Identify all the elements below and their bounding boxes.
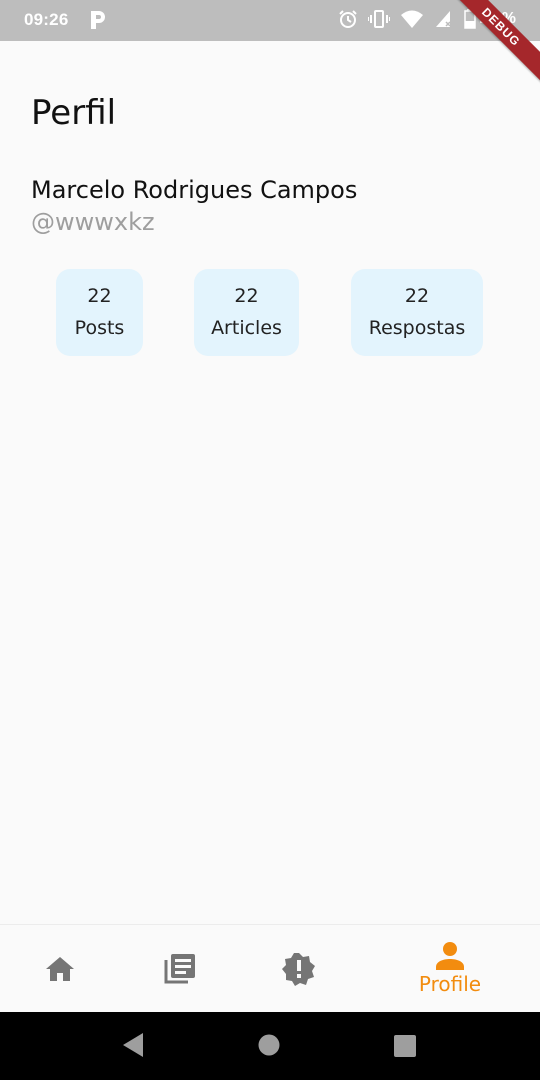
- stat-count-articles: 22: [234, 284, 259, 307]
- stat-card-posts[interactable]: 22 Posts: [56, 269, 143, 356]
- stat-count-posts: 22: [87, 284, 112, 307]
- stat-card-respostas[interactable]: 22 Respostas: [351, 269, 483, 356]
- user-name: Marcelo Rodrigues Campos: [31, 176, 358, 204]
- recents-icon[interactable]: [394, 1035, 416, 1062]
- wifi-icon: [400, 9, 424, 29]
- page-title: Perfil: [31, 93, 117, 133]
- vibrate-icon: [368, 9, 390, 29]
- bottom-navigation: Profile: [0, 924, 540, 1013]
- stat-label-articles: Articles: [211, 316, 282, 339]
- alert-badge-icon: [282, 952, 316, 986]
- status-icons: [338, 9, 476, 29]
- nav-item-alerts[interactable]: [239, 925, 359, 1013]
- signal-icon: [434, 9, 454, 29]
- stat-label-respostas: Respostas: [368, 316, 466, 339]
- stat-count-respostas: 22: [404, 284, 430, 307]
- home-icon: [44, 954, 76, 984]
- nav-item-profile[interactable]: Profile: [390, 925, 510, 1013]
- status-time: 09:26: [24, 10, 69, 29]
- home-circle-icon[interactable]: [258, 1034, 280, 1061]
- p-icon: [89, 10, 107, 30]
- user-handle: @wwwxkz: [31, 208, 155, 236]
- articles-icon: [163, 952, 197, 986]
- nav-label-profile: Profile: [418, 972, 482, 996]
- back-icon[interactable]: [121, 1032, 145, 1063]
- person-icon: [435, 942, 465, 970]
- system-navigation-bar: [0, 1012, 540, 1080]
- nav-item-articles[interactable]: [120, 925, 240, 1013]
- stat-label-posts: Posts: [74, 316, 125, 339]
- stat-card-articles[interactable]: 22 Articles: [194, 269, 299, 356]
- alarm-icon: [338, 9, 358, 29]
- status-bar: 09:26: [0, 0, 540, 41]
- nav-item-home[interactable]: [0, 925, 120, 1013]
